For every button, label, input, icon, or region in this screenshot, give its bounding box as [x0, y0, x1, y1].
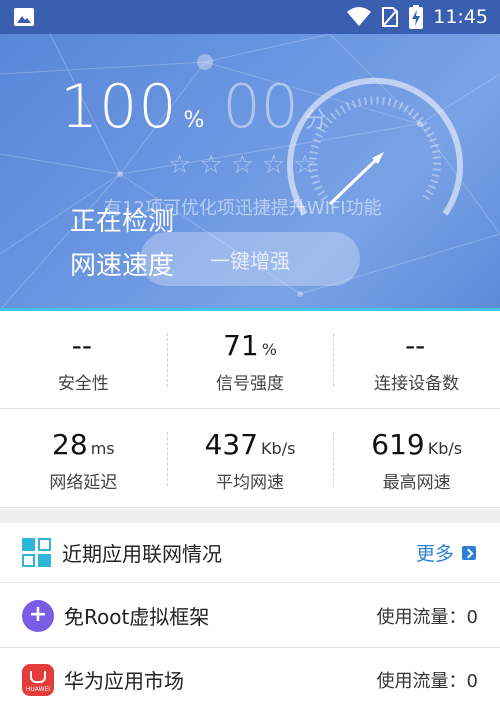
stat-label: 平均网速 [216, 473, 284, 493]
status-time: 11:45 [433, 6, 488, 28]
app-data-usage: 使用流量：0 [376, 670, 478, 692]
recent-app-usage-title: 近期应用联网情况 [62, 542, 222, 566]
score-unit: % [183, 108, 205, 133]
stat-label: 信号强度 [216, 374, 284, 394]
speed-test-hero: 100 % 00 分 ☆ ☆ ☆ ☆ ☆ 有12项可优化项迅捷提升WIFI功能 … [0, 34, 500, 310]
stat-label: 网络延迟 [49, 473, 118, 493]
stat-unit: % [261, 340, 277, 359]
stat-unit: Kb/s [427, 439, 463, 458]
stat-value: 28 [52, 428, 88, 461]
section-gap [0, 509, 500, 523]
stat-value: 71 [223, 329, 259, 362]
grade-value: 00 [222, 72, 299, 142]
status-bar: 11:45 [0, 0, 500, 34]
app-name: 免Root虚拟框架 [64, 605, 210, 629]
star-icon: ☆ [230, 150, 254, 180]
stat-max-speed: 619 Kb/s 最高网速 [333, 410, 500, 507]
sim-icon [382, 7, 399, 27]
stats-row-1: -- 安全性 71% 信号强度 -- 连接设备数 [0, 311, 500, 409]
chevron-right-icon [462, 545, 476, 560]
huawei-brand-text: HUAWEI [25, 685, 51, 693]
stat-label: 最高网速 [382, 473, 451, 493]
list-item[interactable]: HUAWEI 华为应用市场 使用流量：0 [0, 648, 500, 711]
huawei-appgallery-icon: HUAWEI [22, 663, 54, 696]
star-icon: ☆ [168, 150, 192, 180]
image-icon [14, 8, 34, 26]
stats-row-2: 28 ms 网络延迟 437 Kb/s 平均网速 619 Kb/s 最高网速 [0, 410, 500, 508]
stat-unit: Kb/s [261, 439, 296, 458]
status-icons: 11:45 [347, 5, 488, 29]
app-grid-icon [22, 537, 52, 568]
plus-circle-icon [22, 599, 54, 632]
stat-connected-devices: -- 连接设备数 [333, 311, 500, 408]
stat-label: 安全性 [57, 374, 109, 394]
stat-label: 连接设备数 [374, 374, 460, 394]
rating-stars: ☆ ☆ ☆ ☆ ☆ [168, 150, 317, 180]
recent-app-usage-header[interactable]: 近期应用联网情况 更多 [0, 523, 500, 583]
stat-value: -- [71, 329, 92, 362]
stat-unit: ms [90, 439, 115, 458]
star-icon: ☆ [293, 150, 317, 180]
grade-unit: 分 [304, 108, 327, 133]
wifi-icon [347, 7, 372, 26]
stat-latency: 28 ms 网络延迟 [0, 410, 167, 507]
more-label: 更多 [415, 543, 454, 565]
battery-charging-icon [409, 5, 424, 29]
stat-security: -- 安全性 [0, 311, 167, 408]
list-item[interactable]: 免Root虚拟框架 使用流量：0 [0, 584, 500, 648]
score-display: 100 % 00 分 [60, 72, 327, 142]
star-icon: ☆ [261, 150, 286, 180]
one-click-boost-button[interactable]: 一键增强 [140, 232, 360, 286]
stat-value: 437 [204, 428, 259, 461]
score-value: 100 [60, 72, 178, 142]
app-name: 华为应用市场 [64, 669, 184, 693]
stat-average-speed: 437 Kb/s 平均网速 [166, 410, 334, 507]
more-link[interactable]: 更多 [416, 539, 476, 566]
app-data-usage: 使用流量：0 [376, 606, 478, 628]
star-icon: ☆ [199, 150, 223, 180]
stat-signal-strength: 71% 信号强度 [166, 311, 334, 408]
stat-value: 619 [371, 428, 425, 461]
stat-value: -- [405, 329, 426, 362]
